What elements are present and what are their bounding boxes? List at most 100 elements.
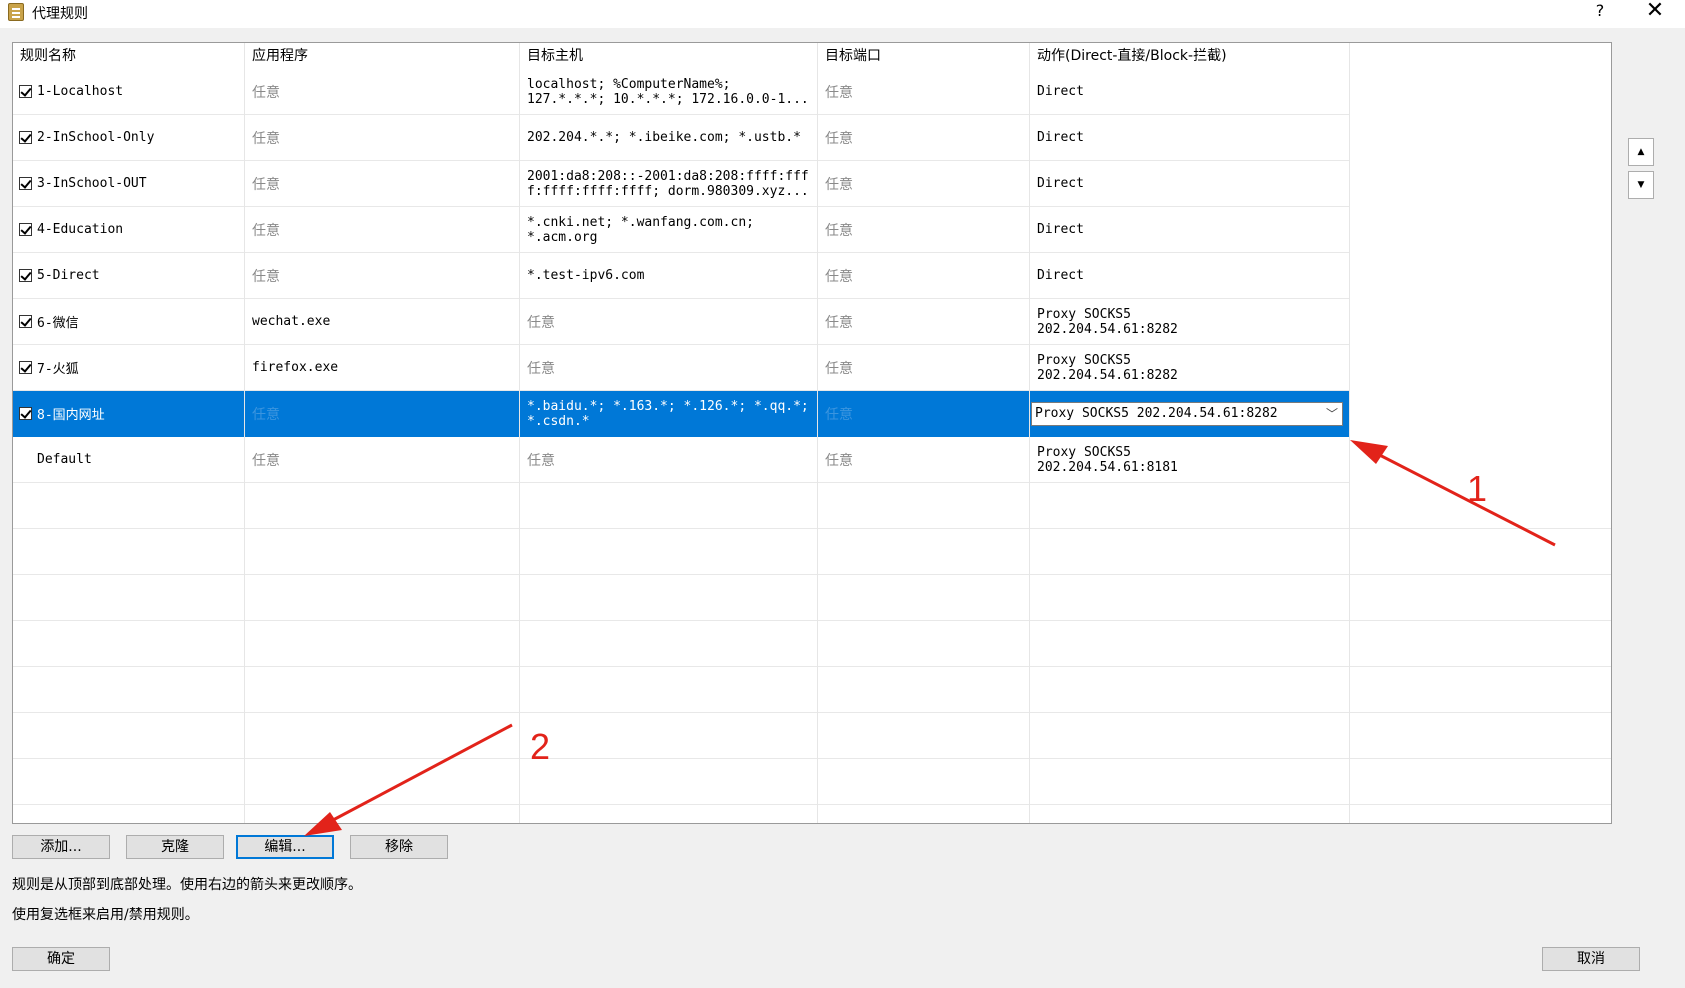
table-row[interactable]: 7-火狐 firefox.exe 任意 任意 Proxy SOCKS5 202.204.… — [13, 345, 1350, 391]
edit-button[interactable]: 编辑... — [236, 835, 334, 859]
target-host-cell[interactable]: 任意 — [520, 437, 818, 482]
table-row[interactable]: 3-InSchool-OUT 任意 2001:da8:208::-2001:da8:… — [13, 161, 1350, 207]
table-row[interactable]: 2-InSchool-Only 任意 202.204.*.*; *.ibeike.c… — [13, 115, 1350, 161]
rule-name-cell[interactable]: 3-InSchool-OUT — [13, 161, 245, 206]
column-divider — [817, 43, 818, 823]
rule-name-cell[interactable]: 5-Direct — [13, 253, 245, 298]
action-cell[interactable]: Proxy SOCKS5 202.204.54.61:8282 — [1030, 345, 1350, 390]
enable-checkbox[interactable] — [19, 407, 32, 420]
table-row[interactable]: 5-Direct 任意 *.test-ipv6.com 任意 Direct — [13, 253, 1350, 299]
table-row[interactable]: 6-微信 wechat.exe 任意 任意 Proxy SOCKS5 202.204.5… — [13, 299, 1350, 345]
rule-name-text: 6-微信 — [37, 316, 79, 331]
remove-button[interactable]: 移除 — [350, 835, 448, 859]
target-host-cell[interactable]: 任意 — [520, 345, 818, 390]
add-button[interactable]: 添加... — [12, 835, 110, 859]
target-host-text: localhost; %ComputerName%; 127.*.*.*; 10… — [527, 76, 809, 107]
action-cell[interactable]: Direct — [1030, 253, 1350, 298]
target-port-cell[interactable]: 任意 — [818, 345, 1030, 390]
cancel-button[interactable]: 取消 — [1542, 947, 1640, 971]
application-cell[interactable]: 任意 — [245, 391, 520, 436]
enable-checkbox[interactable] — [19, 85, 32, 98]
target-host-cell[interactable]: 202.204.*.*; *.ibeike.com; *.ustb.* — [520, 115, 818, 160]
action-text: Direct — [1037, 84, 1084, 99]
target-host-cell[interactable]: *.test-ipv6.com — [520, 253, 818, 298]
chevron-down-icon[interactable]: ﹀ — [1326, 403, 1338, 425]
action-text: Proxy SOCKS5 202.204.54.61:8282 — [1037, 306, 1178, 337]
enable-checkbox[interactable] — [19, 131, 32, 144]
action-cell[interactable]: Proxy SOCKS5 202.204.54.61:8282 — [1030, 299, 1350, 344]
target-port-cell[interactable]: 任意 — [818, 69, 1030, 114]
target-port-cell[interactable]: 任意 — [818, 161, 1030, 206]
application-cell[interactable]: 任意 — [245, 207, 520, 252]
rule-name-cell[interactable]: 6-微信 — [13, 299, 245, 344]
application-text: 任意 — [252, 268, 280, 285]
enable-checkbox[interactable] — [19, 269, 32, 282]
target-port-cell[interactable]: 任意 — [818, 391, 1030, 436]
application-cell[interactable]: 任意 — [245, 253, 520, 298]
application-text: 任意 — [252, 176, 280, 193]
application-text: firefox.exe — [252, 360, 339, 375]
target-port-cell[interactable]: 任意 — [818, 299, 1030, 344]
rule-name-cell[interactable]: 8-国内网址 — [13, 391, 245, 436]
target-host-cell[interactable]: *.baidu.*; *.163.*; *.126.*; *.qq.*; *.c… — [520, 391, 818, 436]
action-dropdown[interactable]: Proxy SOCKS5 202.204.54.61:8282 ﹀ — [1031, 402, 1343, 426]
target-port-text: 任意 — [825, 406, 853, 423]
action-cell[interactable]: Proxy SOCKS5 202.204.54.61:8282 ﹀ — [1030, 391, 1350, 436]
column-header-target-host[interactable]: 目标主机 — [520, 43, 818, 69]
help-button[interactable]: ? — [1590, 0, 1610, 24]
move-up-button[interactable]: ▲ — [1628, 138, 1654, 166]
table-row[interactable]: 8-国内网址 任意 *.baidu.*; *.163.*; *.126.*; *.q… — [13, 391, 1350, 437]
empty-row — [13, 575, 1611, 621]
ok-button[interactable]: 确定 — [12, 947, 110, 971]
rule-name-cell[interactable]: Default — [13, 437, 245, 482]
table-row[interactable]: Default 任意 任意 任意 Proxy SOCKS5 202.204.54.61:… — [13, 437, 1350, 483]
enable-checkbox[interactable] — [19, 361, 32, 374]
enable-checkbox[interactable] — [19, 223, 32, 236]
application-cell[interactable]: 任意 — [245, 161, 520, 206]
application-cell[interactable]: 任意 — [245, 69, 520, 114]
application-text: 任意 — [252, 222, 280, 239]
target-host-cell[interactable]: localhost; %ComputerName%; 127.*.*.*; 10… — [520, 69, 818, 114]
rule-name-cell[interactable]: 2-InSchool-Only — [13, 115, 245, 160]
table-header: 规则名称 应用程序 目标主机 目标端口 动作(Direct-直接/Block-拦… — [13, 43, 1611, 69]
application-cell[interactable]: firefox.exe — [245, 345, 520, 390]
application-cell[interactable]: wechat.exe — [245, 299, 520, 344]
close-button[interactable]: ✕ — [1640, 0, 1670, 24]
column-divider — [244, 43, 245, 823]
target-port-cell[interactable]: 任意 — [818, 437, 1030, 482]
rule-name-text: 1-Localhost — [37, 84, 124, 99]
action-cell[interactable]: Direct — [1030, 161, 1350, 206]
action-cell[interactable]: Direct — [1030, 69, 1350, 114]
table-row[interactable]: 4-Education 任意 *.cnki.net; *.wanfang.com.c… — [13, 207, 1350, 253]
clone-button[interactable]: 克隆 — [126, 835, 224, 859]
table-row[interactable]: 1-Localhost 任意 localhost; %ComputerName%; … — [13, 69, 1350, 115]
column-header-rule-name[interactable]: 规则名称 — [13, 43, 245, 69]
action-cell[interactable]: Proxy SOCKS5 202.204.54.61:8181 — [1030, 437, 1350, 482]
target-host-cell[interactable]: 2001:da8:208::-2001:da8:208:ffff:fff f:f… — [520, 161, 818, 206]
target-port-cell[interactable]: 任意 — [818, 253, 1030, 298]
target-port-text: 任意 — [825, 268, 853, 285]
application-cell[interactable]: 任意 — [245, 115, 520, 160]
rule-name-text: 4-Education — [37, 222, 124, 237]
action-text: Proxy SOCKS5 202.204.54.61:8282 — [1037, 352, 1178, 383]
enable-checkbox[interactable] — [19, 177, 32, 190]
target-port-cell[interactable]: 任意 — [818, 207, 1030, 252]
target-host-cell[interactable]: *.cnki.net; *.wanfang.com.cn; *.acm.org — [520, 207, 818, 252]
title-bar: 代理规则 ? ✕ — [0, 0, 1685, 28]
move-down-button[interactable]: ▼ — [1628, 171, 1654, 199]
target-host-text: 任意 — [527, 360, 555, 377]
column-header-target-port[interactable]: 目标端口 — [818, 43, 1030, 69]
target-host-cell[interactable]: 任意 — [520, 299, 818, 344]
column-header-action[interactable]: 动作(Direct-直接/Block-拦截) — [1030, 43, 1350, 69]
app-icon — [8, 3, 24, 21]
application-cell[interactable]: 任意 — [245, 437, 520, 482]
target-port-cell[interactable]: 任意 — [818, 115, 1030, 160]
rule-name-cell[interactable]: 7-火狐 — [13, 345, 245, 390]
action-cell[interactable]: Direct — [1030, 207, 1350, 252]
rule-name-cell[interactable]: 1-Localhost — [13, 69, 245, 114]
column-header-application[interactable]: 应用程序 — [245, 43, 520, 69]
rule-name-cell[interactable]: 4-Education — [13, 207, 245, 252]
target-port-text: 任意 — [825, 314, 853, 331]
action-cell[interactable]: Direct — [1030, 115, 1350, 160]
enable-checkbox[interactable] — [19, 315, 32, 328]
